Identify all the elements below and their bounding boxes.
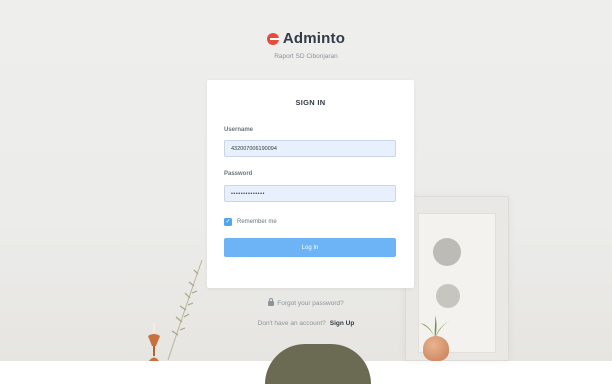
copper-vase [423,336,449,361]
lock-icon [268,298,275,306]
candle-holder [148,322,160,361]
brand-name: Adminto [282,30,346,47]
signup-link[interactable]: Sign Up [330,320,355,327]
no-account-text: Don't have an account? [257,320,326,327]
login-button[interactable]: Log In [224,238,396,257]
remember-label[interactable]: Remember me [237,218,277,226]
brand-header: Adminto Raport SD Cibonjaran [0,30,612,60]
forgot-password-link[interactable]: Forgot your password? [277,300,343,307]
frame-art-circle [433,238,461,266]
forgot-password-row: Forgot your password? [0,298,612,307]
username-input[interactable] [224,140,396,157]
brand-subtitle: Raport SD Cibonjaran [274,52,338,60]
signup-row: Don't have an account? Sign Up [0,320,612,327]
logo-icon [266,32,279,45]
password-label: Password [224,171,253,177]
brand-logo[interactable]: Adminto [266,30,346,47]
login-card: SIGN IN Username Password ✓ Remember me … [207,80,414,288]
remember-checkbox[interactable]: ✓ [224,218,232,226]
card-title: SIGN IN [295,98,326,107]
check-icon: ✓ [225,219,231,225]
password-input[interactable] [224,185,396,202]
username-label: Username [224,127,254,133]
